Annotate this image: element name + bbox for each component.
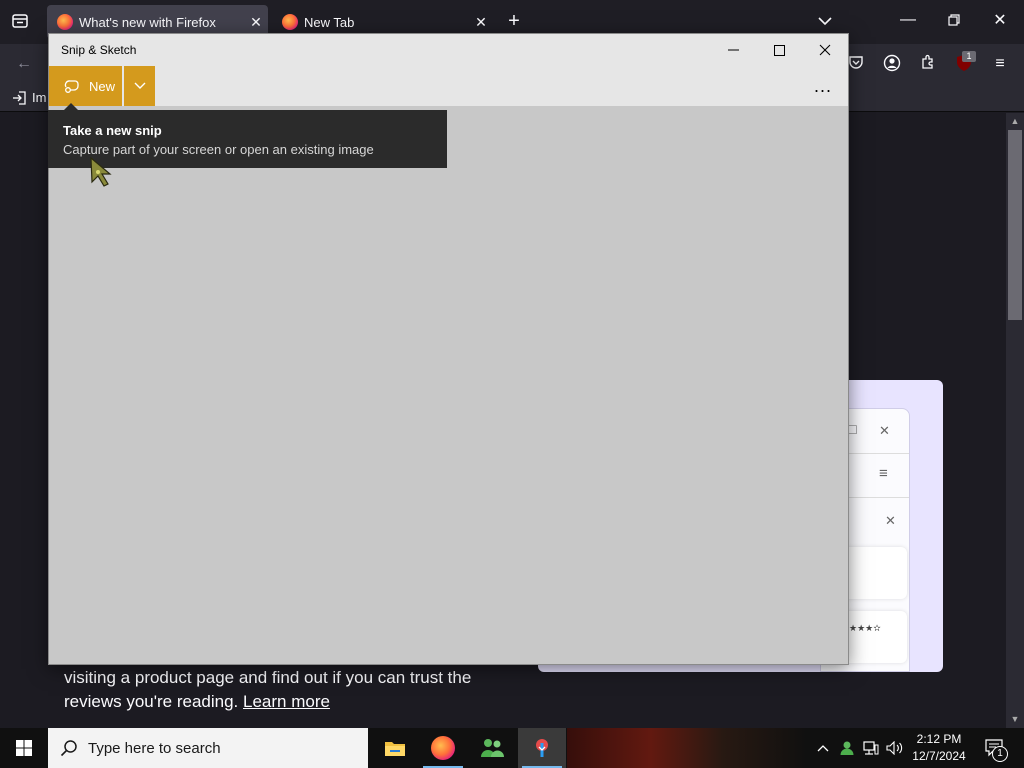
snip-titlebar[interactable]: Snip & Sketch	[49, 34, 848, 66]
firefox-logo-icon	[282, 14, 298, 30]
windows-logo-icon	[16, 740, 32, 756]
import-icon	[13, 90, 26, 105]
hamburger-menu-icon[interactable]: ≡	[990, 54, 1010, 74]
scrollbar-thumb[interactable]	[1008, 130, 1022, 320]
clock-date: 12/7/2024	[912, 749, 966, 763]
firefox-taskbar-button[interactable]	[419, 728, 467, 768]
desktop: What's new with Firefox ✕ New Tab ✕ + — …	[0, 0, 1024, 768]
tooltip-description: Capture part of your screen or open an e…	[63, 142, 374, 157]
clock-time: 2:12 PM	[916, 732, 962, 746]
close-icon[interactable]	[802, 34, 848, 66]
chevron-down-icon	[134, 82, 145, 89]
people-tray-icon[interactable]	[836, 728, 858, 768]
account-icon[interactable]	[882, 54, 902, 78]
file-explorer-button[interactable]	[371, 728, 419, 768]
firefox-logo-icon	[431, 736, 455, 760]
close-icon[interactable]: ✕	[469, 14, 493, 31]
snip-canvas	[49, 106, 848, 664]
snip-sketch-icon	[536, 739, 548, 757]
new-snip-button[interactable]: New	[49, 66, 122, 106]
snip-scissors-icon	[63, 77, 81, 95]
people-app-button[interactable]	[468, 728, 516, 768]
promo-paragraph: visiting a product page and find out if …	[64, 666, 484, 714]
tab-label: New Tab	[304, 14, 355, 30]
firefox-view-icon[interactable]	[10, 12, 30, 36]
taskbar-clock[interactable]: 2:12 PM 12/7/2024	[904, 731, 974, 765]
mouse-cursor-icon	[88, 156, 114, 188]
tab-label: What's new with Firefox	[79, 14, 216, 30]
list-all-tabs-chevron-icon[interactable]	[815, 12, 835, 32]
search-icon	[60, 740, 77, 757]
firefox-logo-icon	[57, 14, 73, 30]
scroll-down-arrow-icon[interactable]: ▼	[1008, 714, 1022, 724]
back-arrow-icon[interactable]: ←	[14, 54, 34, 74]
import-label: Im	[32, 90, 47, 105]
taskbar: Type here to search 2:12 PM 12/7/2024 1	[0, 728, 1024, 768]
taskbar-search-box[interactable]: Type here to search	[48, 728, 368, 768]
network-icon[interactable]	[860, 728, 882, 768]
window-title: Snip & Sketch	[61, 43, 137, 57]
close-icon[interactable]: ✕	[244, 14, 268, 31]
import-bookmarks-button[interactable]: Im	[12, 90, 46, 105]
tooltip-title: Take a new snip	[63, 123, 162, 138]
restore-icon[interactable]	[944, 12, 964, 32]
scroll-up-arrow-icon[interactable]: ▲	[1008, 116, 1022, 126]
minimize-icon[interactable]	[710, 34, 756, 66]
folder-icon	[385, 742, 405, 756]
minimize-icon[interactable]: —	[898, 10, 918, 30]
extensions-icon[interactable]	[918, 54, 938, 76]
learn-more-link[interactable]: Learn more	[243, 692, 330, 711]
new-tab-plus-icon[interactable]: +	[504, 11, 524, 31]
people-icon	[481, 739, 504, 757]
snip-sketch-taskbar-button[interactable]	[518, 728, 566, 768]
notification-count-badge: 1	[992, 746, 1008, 762]
search-placeholder: Type here to search	[88, 739, 221, 757]
menu-icon: ≡	[879, 465, 888, 482]
snip-toolbar: New ...	[49, 66, 848, 106]
volume-icon[interactable]	[884, 728, 906, 768]
close-icon: ✕	[885, 513, 896, 528]
new-label: New	[89, 78, 116, 94]
show-hidden-icons-chevron-icon[interactable]	[812, 728, 834, 768]
start-button[interactable]	[0, 728, 48, 768]
close-window-icon[interactable]: ✕	[990, 11, 1010, 31]
taskbar-wallpaper-strip	[567, 728, 807, 768]
star-rating-icon: ★★★✫	[849, 623, 881, 633]
extension-badge: 1	[962, 51, 976, 62]
close-icon: ✕	[879, 423, 890, 438]
more-options-button[interactable]: ...	[808, 72, 838, 100]
new-snip-dropdown[interactable]	[124, 66, 155, 106]
pocket-icon[interactable]	[846, 54, 866, 76]
maximize-icon[interactable]	[756, 34, 802, 66]
tooltip-caret	[64, 103, 78, 110]
